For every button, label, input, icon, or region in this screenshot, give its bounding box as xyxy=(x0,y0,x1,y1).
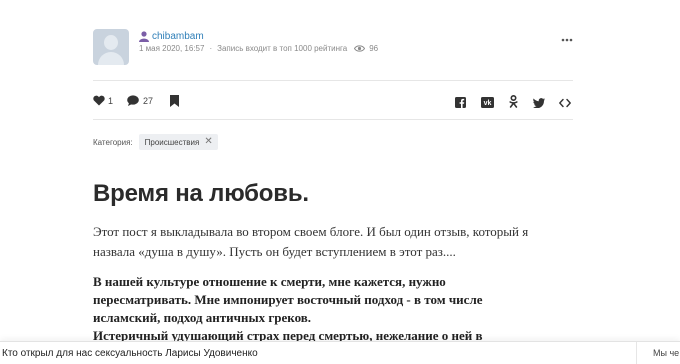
divider xyxy=(93,80,573,81)
category-row: Категория: Происшествия ✕ xyxy=(93,134,218,150)
more-icon[interactable] xyxy=(561,38,573,42)
views-count: 96 xyxy=(369,44,379,53)
avatar[interactable] xyxy=(93,29,129,65)
heart-icon xyxy=(93,95,105,106)
category-tag: Происшествия xyxy=(144,137,200,147)
embed-code-icon[interactable] xyxy=(559,95,571,113)
like-button[interactable]: 1 xyxy=(93,95,113,106)
text-line: В нашей культуре отношение к смерти, мне… xyxy=(93,274,446,289)
svg-text:vk: vk xyxy=(484,100,492,107)
close-icon[interactable]: ✕ xyxy=(204,137,212,147)
recommendation-next[interactable]: Мы че xyxy=(636,342,680,364)
post-header: chibambam 1 мая 2020, 16:57 · Запись вхо… xyxy=(93,29,573,74)
user-icon xyxy=(139,30,149,42)
article-intro: Этот пост я выкладывала во втором своем … xyxy=(93,224,529,259)
twitter-icon[interactable] xyxy=(532,95,545,113)
author-link[interactable]: chibambam xyxy=(152,31,204,42)
recommended-article-link[interactable]: Кто открыл для нас сексуальность Ларисы … xyxy=(2,348,258,359)
post-date: 1 мая 2020, 16:57 xyxy=(139,44,205,53)
rating-note[interactable]: Запись входит в топ 1000 рейтинга xyxy=(217,44,347,53)
comments-button[interactable]: 27 xyxy=(127,95,153,106)
article-bold-paragraph: В нашей культуре отношение к смерти, мне… xyxy=(93,273,573,345)
divider xyxy=(93,119,573,120)
text-line: исламский, подход античных греков. xyxy=(93,310,312,325)
bookmark-button[interactable] xyxy=(170,95,179,107)
facebook-icon[interactable] xyxy=(455,95,466,113)
post-meta: 1 мая 2020, 16:57 · Запись входит в топ … xyxy=(139,44,379,53)
author-line: chibambam xyxy=(139,29,204,43)
category-label: Категория: xyxy=(93,137,133,147)
post-actions: 1 27 vk xyxy=(93,94,573,109)
vk-icon[interactable]: vk xyxy=(481,95,494,113)
category-chip[interactable]: Происшествия ✕ xyxy=(138,134,218,150)
eye-icon xyxy=(354,45,366,52)
odnoklassniki-icon[interactable] xyxy=(509,94,518,113)
comment-icon xyxy=(127,95,139,106)
bookmark-icon xyxy=(170,95,179,107)
recommendation-next-text: Мы че xyxy=(653,348,680,358)
text-line: пересматривать. Мне импонирует восточный… xyxy=(93,292,483,307)
article-title: Время на любовь. xyxy=(93,180,309,207)
recommendation-bar: Кто открыл для нас сексуальность Ларисы … xyxy=(0,341,680,364)
likes-count: 1 xyxy=(108,95,114,106)
comments-count: 27 xyxy=(143,95,154,106)
